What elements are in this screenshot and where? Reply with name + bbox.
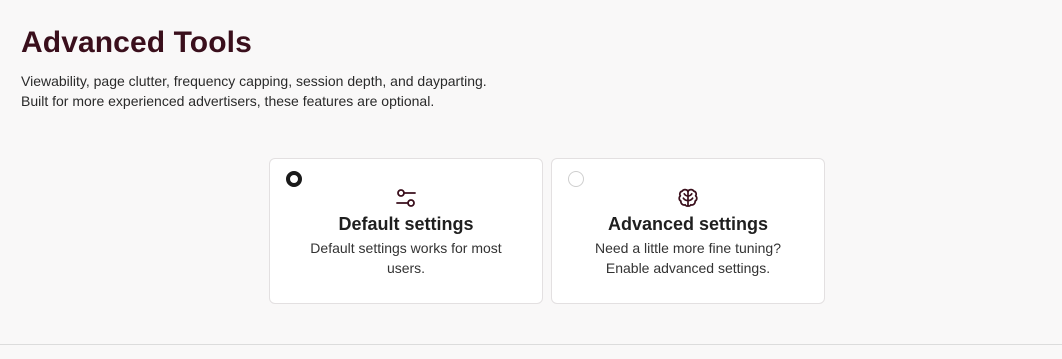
page-title: Advanced Tools xyxy=(21,26,252,59)
advanced-settings-description: Need a little more fine tuning? Enable a… xyxy=(595,240,781,276)
settings-options: Default settings Default settings works … xyxy=(269,158,825,304)
bottom-divider xyxy=(0,344,1062,345)
option-card-advanced-settings[interactable]: Advanced settings Need a little more fin… xyxy=(551,158,825,304)
page-description-line-2: Built for more experienced advertisers, … xyxy=(21,93,435,109)
page-description-line-1: Viewability, page clutter, frequency cap… xyxy=(21,73,487,89)
default-settings-radio[interactable] xyxy=(286,171,302,187)
brain-icon xyxy=(676,186,700,210)
page-description: Viewability, page clutter, frequency cap… xyxy=(21,71,487,111)
option-card-default-settings[interactable]: Default settings Default settings works … xyxy=(269,158,543,304)
default-settings-title: Default settings xyxy=(338,214,474,234)
advanced-settings-radio[interactable] xyxy=(568,171,584,187)
advanced-settings-title: Advanced settings xyxy=(607,214,769,234)
sliders-icon xyxy=(394,186,418,210)
default-settings-description: Default settings works for most users. xyxy=(310,240,502,276)
